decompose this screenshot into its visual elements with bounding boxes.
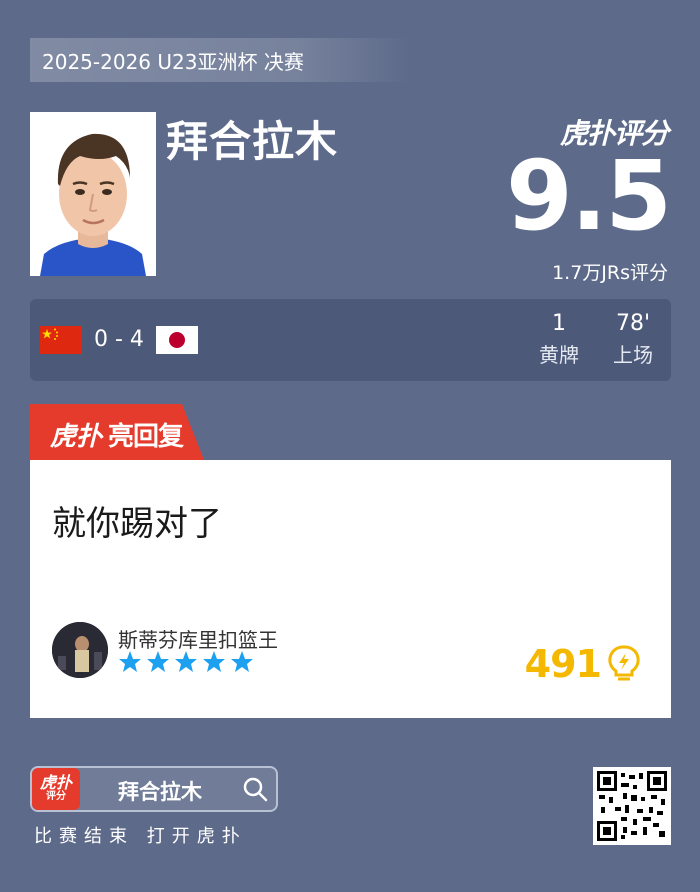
star-icon [203, 651, 225, 672]
match-info-strip: 0 - 4 1 黄牌 78' 上场 [30, 299, 671, 381]
star-icon [175, 651, 197, 672]
japan-flag-icon [156, 326, 198, 354]
star-icon [231, 651, 253, 672]
rating-count: 1.7万JRs评分 [552, 262, 668, 284]
highlight-reply-tab: 虎扑 亮回复 [30, 404, 204, 460]
china-flag-icon [40, 326, 82, 354]
minutes-played-label: 上场 [613, 343, 653, 367]
reply-text: 就你踢对了 [52, 504, 222, 544]
minutes-played-value: 78' [615, 311, 651, 336]
reply-tab-logo: 虎扑 [50, 422, 103, 452]
lightbulb-icon [608, 645, 640, 681]
qr-code-icon [593, 767, 671, 845]
reply-tab-label: 亮回复 [108, 422, 184, 452]
player-portrait-image [30, 112, 156, 276]
app-icon-top-text: 虎扑 [39, 773, 72, 792]
hupu-app-icon: 虎扑 评分 [32, 768, 80, 810]
player-photo [30, 112, 156, 276]
open-app-cta: 比赛结束 打开虎扑 [34, 826, 247, 847]
like-button[interactable]: 491 [525, 642, 641, 686]
yellow-card-label: 黄牌 [539, 343, 579, 367]
app-search-box[interactable]: 虎扑 评分 拜合拉木 [30, 766, 278, 812]
star-icon [119, 651, 141, 672]
search-term: 拜合拉木 [118, 780, 202, 804]
yellow-card-count: 1 [552, 311, 566, 336]
star-icon [147, 651, 169, 672]
search-icon [243, 777, 268, 802]
avatar[interactable] [52, 622, 108, 678]
yellow-card-stat: 1 黄牌 [534, 311, 584, 368]
reply-card: 就你踢对了 斯蒂芬库里扣篮王 491 [30, 460, 671, 718]
match-score: 0 - 4 [94, 327, 144, 352]
minutes-played-stat: 78' 上场 [608, 311, 658, 368]
player-name: 拜合拉木 [166, 117, 339, 166]
rating-score: 9.5 [505, 140, 672, 252]
event-banner: 2025-2026 U23亚洲杯 决赛 [30, 38, 410, 82]
reply-username[interactable]: 斯蒂芬库里扣篮王 [118, 624, 278, 653]
event-title: 2025-2026 U23亚洲杯 决赛 [42, 49, 304, 74]
like-count: 491 [524, 642, 602, 686]
user-rating-stars [118, 650, 254, 674]
app-icon-bottom-text: 评分 [46, 791, 66, 802]
